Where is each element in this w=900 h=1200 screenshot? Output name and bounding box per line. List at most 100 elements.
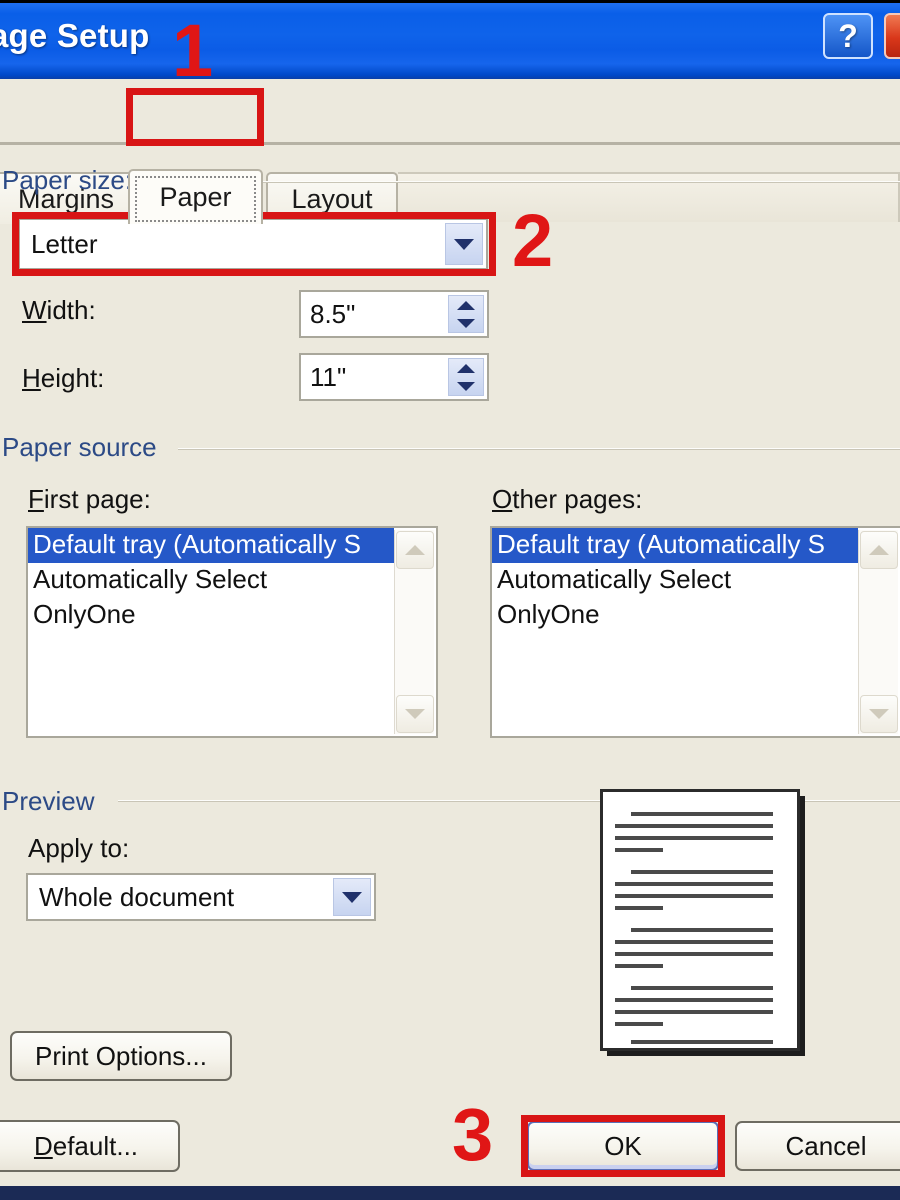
height-value: 11": [310, 361, 347, 392]
height-label: Height:: [22, 363, 104, 394]
width-spinner[interactable]: 8.5": [299, 290, 489, 338]
ok-button-label: OK: [604, 1130, 642, 1161]
annotation-number-1: 1: [172, 9, 214, 92]
preview-line: [615, 894, 773, 898]
chevron-down-icon[interactable]: [457, 381, 475, 391]
preview-line: [615, 952, 773, 956]
chevron-down-icon: [454, 238, 474, 250]
preview-line: [631, 1040, 773, 1044]
other-pages-label-rest: ther pages:: [512, 484, 643, 514]
apply-to-combo[interactable]: Whole document: [26, 873, 376, 921]
width-spin-buttons[interactable]: [448, 295, 484, 333]
print-options-label: Print Options...: [35, 1040, 207, 1071]
tab-strip-filler: [398, 172, 900, 222]
annotation-number-2: 2: [512, 199, 554, 282]
help-button[interactable]: ?: [823, 13, 873, 59]
paper-size-combo-value: Letter: [31, 228, 98, 259]
chevron-up-icon[interactable]: [457, 300, 475, 310]
default-button-accel: D: [33, 1130, 53, 1161]
default-button-label: Default...: [34, 1131, 138, 1162]
preview-line: [615, 1010, 773, 1014]
height-label-rest: eight:: [40, 363, 105, 393]
default-button[interactable]: Default...: [0, 1120, 180, 1172]
list-item[interactable]: Default tray (Automatically S: [28, 528, 394, 563]
title-bar: age Setup ? ✕: [0, 3, 900, 79]
height-spinner[interactable]: 11": [299, 353, 489, 401]
preview-line: [615, 1022, 663, 1026]
width-label: Width:: [22, 295, 96, 326]
list-item[interactable]: Default tray (Automatically S: [492, 528, 858, 563]
preview-line: [631, 928, 773, 932]
first-page-scrollbar[interactable]: [394, 530, 434, 734]
paper-size-combo-arrow[interactable]: [445, 223, 483, 265]
scroll-down-button[interactable]: [860, 695, 898, 733]
width-label-rest: idth:: [46, 295, 96, 325]
list-item[interactable]: Automatically Select: [492, 563, 900, 598]
height-spin-buttons[interactable]: [448, 358, 484, 396]
tab-strip-divider: [0, 142, 900, 145]
list-item[interactable]: OnlyOne: [28, 598, 436, 633]
other-pages-label: Other pages:: [492, 484, 642, 515]
width-label-accel: W: [22, 295, 47, 325]
paper-size-group-rule: [152, 181, 900, 183]
list-item[interactable]: OnlyOne: [492, 598, 900, 633]
first-page-label-rest: irst page:: [43, 484, 151, 514]
paper-source-group-rule: [178, 448, 900, 450]
preview-line: [615, 836, 773, 840]
scroll-up-button[interactable]: [396, 531, 434, 569]
first-page-label-accel: F: [28, 484, 44, 514]
preview-line: [615, 824, 773, 828]
apply-to-combo-arrow[interactable]: [333, 878, 371, 916]
paper-source-group-label: Paper source: [2, 432, 157, 462]
tab-paper[interactable]: Paper: [128, 169, 263, 224]
preview-line: [615, 882, 773, 886]
paper-size-group-label: Paper size:: [2, 165, 133, 195]
list-item[interactable]: Automatically Select: [28, 563, 436, 598]
scroll-up-button[interactable]: [860, 531, 898, 569]
window-title: age Setup: [0, 17, 150, 54]
scroll-down-button[interactable]: [396, 695, 434, 733]
height-label-accel: H: [22, 363, 41, 393]
chevron-down-icon: [342, 891, 362, 903]
apply-to-label: Apply to:: [28, 833, 129, 864]
first-page-listbox[interactable]: Default tray (Automatically S Automatica…: [26, 526, 438, 738]
apply-to-combo-value: Whole document: [39, 881, 235, 912]
chevron-up-icon[interactable]: [457, 363, 475, 373]
annotation-number-3: 3: [452, 1093, 494, 1176]
page-preview-thumbnail: [600, 789, 800, 1051]
other-pages-listbox[interactable]: Default tray (Automatically S Automatica…: [490, 526, 900, 738]
question-mark-icon: ?: [838, 17, 858, 54]
close-button[interactable]: ✕: [884, 13, 900, 59]
chevron-down-icon: [405, 709, 425, 719]
preview-line: [615, 848, 663, 852]
tab-layout-label: Layout: [291, 183, 373, 214]
other-pages-scrollbar[interactable]: [858, 530, 898, 734]
default-button-rest: efault...: [52, 1130, 139, 1161]
chevron-down-icon[interactable]: [457, 318, 475, 328]
preview-line: [631, 870, 773, 874]
print-options-button[interactable]: Print Options...: [10, 1031, 232, 1081]
paper-size-combo[interactable]: Letter: [18, 218, 488, 270]
preview-line: [615, 906, 663, 910]
screen-bottom-edge: [0, 1186, 900, 1200]
preview-line: [615, 964, 663, 968]
apply-to-label-text: Apply to:: [28, 833, 130, 863]
ok-button[interactable]: OK: [527, 1121, 719, 1171]
width-value: 8.5": [310, 298, 356, 329]
preview-line: [615, 940, 773, 944]
cancel-button[interactable]: Cancel: [735, 1121, 900, 1171]
tab-layout[interactable]: Layout: [266, 172, 398, 224]
preview-line: [631, 986, 773, 990]
preview-line: [631, 812, 773, 816]
preview-group-label: Preview: [2, 786, 95, 816]
chevron-up-icon: [405, 545, 425, 555]
preview-line: [615, 998, 773, 1002]
chevron-up-icon: [869, 545, 889, 555]
tab-paper-label: Paper: [159, 182, 232, 212]
first-page-label: First page:: [28, 484, 151, 515]
chevron-down-icon: [869, 709, 889, 719]
tab-strip: Margins Paper Layout: [0, 79, 900, 224]
page-setup-dialog: age Setup ? ✕ Margins Paper Layout Paper…: [0, 0, 900, 1200]
other-pages-label-accel: O: [492, 484, 513, 514]
cancel-button-label: Cancel: [785, 1130, 867, 1161]
